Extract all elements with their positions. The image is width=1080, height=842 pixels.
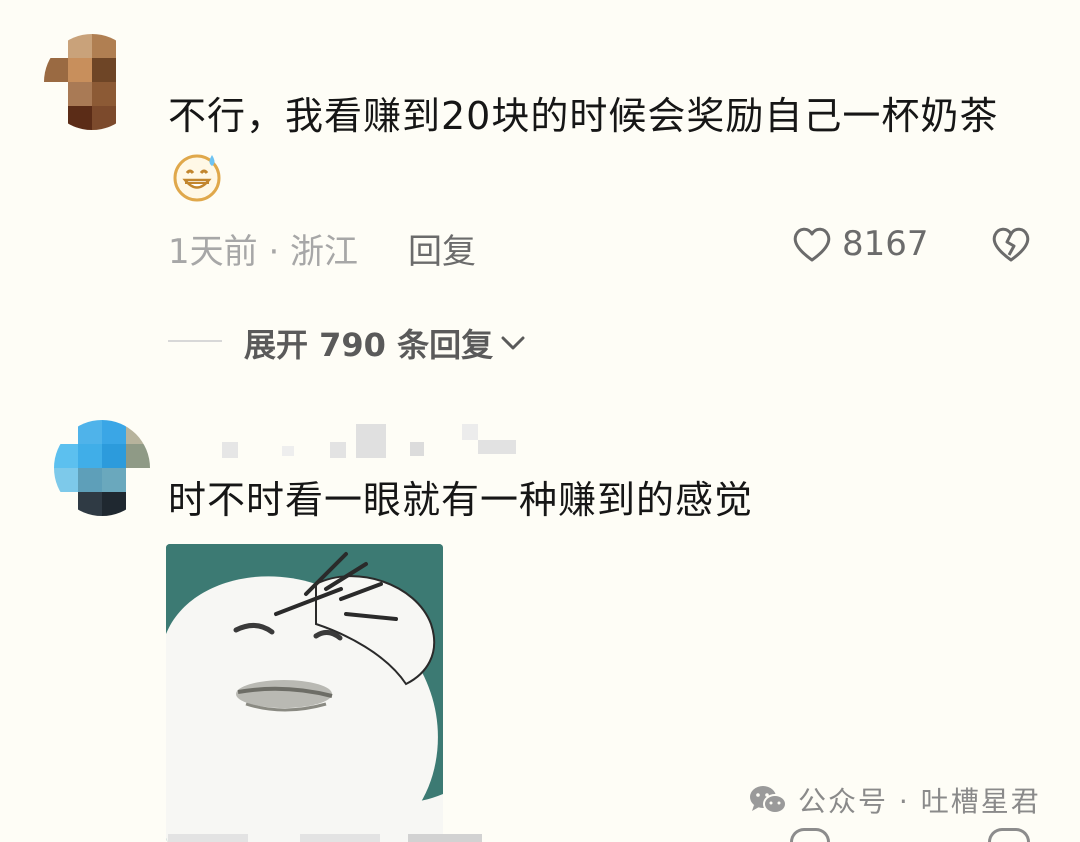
expand-replies-button[interactable]: 展开 790 条回复	[244, 320, 527, 366]
dislike-button[interactable]	[988, 222, 1034, 270]
reply-button[interactable]: 回复	[408, 224, 476, 273]
chevron-down-icon	[501, 336, 525, 350]
like-button[interactable]: 8167	[790, 222, 929, 266]
comment-text-content: 时不时看一眼就有一种赚到的感觉	[168, 478, 754, 522]
expand-divider	[168, 340, 222, 342]
like-count: 8167	[842, 224, 929, 264]
facepalm-meme-sticker[interactable]	[166, 544, 443, 842]
facepalm-meme-image	[166, 544, 443, 842]
comment-text: 时不时看一眼就有一种赚到的感觉	[168, 468, 1028, 532]
watermark: 公众号 · 吐槽星君	[748, 780, 1041, 820]
cutoff-meta-row	[0, 828, 1080, 842]
watermark-text: 公众号 · 吐槽星君	[798, 785, 1041, 818]
broken-heart-icon	[992, 227, 1030, 262]
comment-text-content: 不行，我看赚到20块的时候会奖励自己一杯奶茶	[168, 94, 999, 138]
avatar[interactable]	[54, 420, 150, 516]
avatar[interactable]	[44, 34, 140, 130]
grin-sweat-emoji-icon	[173, 154, 221, 202]
wechat-icon	[750, 786, 787, 814]
username-blurred	[222, 420, 522, 460]
expand-replies-label: 展开 790 条回复	[244, 326, 494, 364]
time-location: 1天前 · 浙江	[168, 232, 359, 272]
comment-text: 不行，我看赚到20块的时候会奖励自己一杯奶茶	[168, 84, 1028, 212]
heart-icon	[793, 227, 831, 262]
